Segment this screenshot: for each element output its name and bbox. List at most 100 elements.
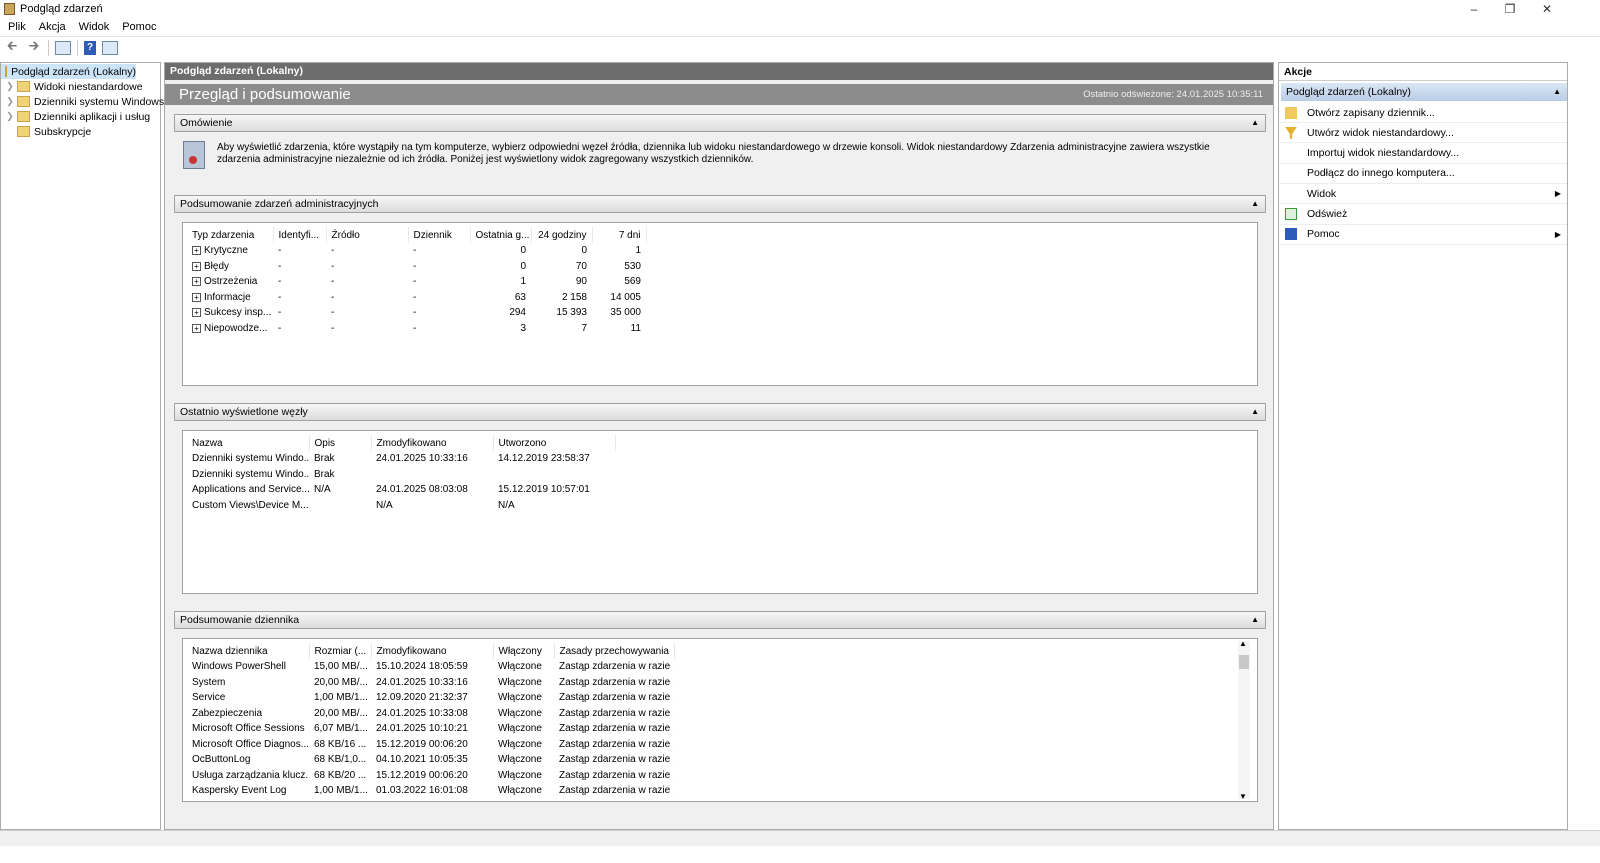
action-item[interactable]: Podłącz do innego komputera... [1279, 164, 1567, 184]
collapse-icon[interactable]: ▲ [1251, 196, 1259, 212]
chevron-right-icon[interactable]: ❯ [5, 96, 15, 107]
close-button[interactable]: ✕ [1529, 0, 1565, 18]
column-header[interactable]: Nazwa [187, 435, 310, 451]
column-header[interactable]: Nazwa dziennika [187, 643, 310, 659]
column-header[interactable]: Rozmiar (... [309, 643, 372, 659]
scroll-thumb[interactable] [1239, 655, 1249, 669]
table-row[interactable]: + Niepowodze... - - -3 7 11 [187, 321, 646, 337]
restore-button[interactable]: ❐ [1492, 0, 1528, 18]
column-header[interactable]: Utworzono [493, 435, 616, 451]
section-admin-summary-header[interactable]: Podsumowanie zdarzeń administracyjnych ▲ [174, 195, 1266, 213]
menu-pomoc[interactable]: Pomoc [122, 21, 156, 33]
column-header[interactable]: Zmodyfikowano [371, 643, 494, 659]
table-row[interactable]: + Krytyczne - - -0 0 1 [187, 243, 646, 259]
forward-icon[interactable]: 🡲 [26, 38, 42, 56]
column-header[interactable]: Identyfi... [273, 227, 327, 243]
table-row[interactable]: Dzienniki systemu Windo... Brak [187, 467, 615, 483]
action-item[interactable]: Utwórz widok niestandardowy... [1279, 123, 1567, 144]
collapse-icon[interactable]: ▲ [1251, 115, 1259, 131]
column-header[interactable]: 7 dni [592, 227, 647, 243]
table-cell: 24.01.2025 08:03:08 [376, 484, 468, 496]
action-item[interactable]: Widok ▶ [1279, 184, 1567, 205]
table-row[interactable]: Service 1,00 MB/1... 12.09.2020 21:32:37 Wł… [187, 690, 674, 706]
expand-icon[interactable]: + [192, 261, 201, 271]
section-recent-nodes-header[interactable]: Ostatnio wyświetlone węzły ▲ [174, 403, 1266, 421]
column-header[interactable]: Źródło [326, 227, 409, 243]
help-icon[interactable]: ? [84, 41, 96, 55]
table-row[interactable]: Windows PowerShell 15,00 MB/... 15.10.2024… [187, 659, 674, 675]
collapse-icon[interactable]: ▲ [1251, 404, 1259, 420]
action-item[interactable]: Pomoc ▶ [1279, 225, 1567, 245]
collapse-icon[interactable]: ▲ [1553, 83, 1561, 101]
table-row[interactable]: Zabezpieczenia 20,00 MB/... 24.01.2025 10:… [187, 706, 674, 722]
refresh-icon [1285, 208, 1297, 220]
expand-icon[interactable]: + [192, 246, 201, 256]
scroll-up-icon[interactable]: ▲ [1239, 639, 1247, 648]
section-overview-header[interactable]: Omówienie ▲ [174, 114, 1266, 132]
chevron-right-icon[interactable]: ❯ [5, 81, 15, 92]
section-title: Podsumowanie zdarzeń administracyjnych [180, 198, 379, 210]
scrollbar[interactable]: ▲ ▼ [1238, 639, 1250, 801]
show-hide-tree-icon[interactable] [55, 41, 71, 55]
menu-akcja[interactable]: Akcja [39, 21, 66, 33]
column-header[interactable]: Zmodyfikowano [371, 435, 494, 451]
log-summary-table: Nazwa dziennika Rozmiar (... Zmodyfikowano… [187, 643, 675, 799]
table-row[interactable]: + Informacje - - -63 2 158 14 005 [187, 290, 646, 306]
table-row[interactable]: Applications and Service... N/A 24.01.2025… [187, 482, 615, 498]
action-item[interactable]: Importuj widok niestandardowy... [1279, 144, 1567, 164]
table-cell: - [331, 322, 335, 334]
column-header[interactable]: Typ zdarzenia [187, 227, 274, 243]
back-icon[interactable]: 🡰 [4, 38, 20, 56]
collapse-icon[interactable]: ▲ [1251, 612, 1259, 628]
column-header[interactable]: Zasady przechowywania [554, 643, 675, 659]
table-row[interactable]: Microsoft Office Sessions 6,07 MB/1... 24.… [187, 721, 674, 737]
tree-item-windows-logs[interactable]: ❯ Dzienniki systemu Windows [1, 94, 164, 109]
table-cell: - [413, 322, 417, 334]
table-row[interactable]: Usługa zarządzania klucz... 68 KB/20 ... 1… [187, 768, 674, 784]
expand-icon[interactable]: + [192, 308, 201, 318]
actions-section-title: Podgląd zdarzeń (Lokalny) [1286, 86, 1411, 98]
column-header[interactable]: Opis [309, 435, 372, 451]
overview-log-icon [183, 141, 205, 169]
actions-section-header[interactable]: Podgląd zdarzeń (Lokalny) ▲ [1281, 83, 1567, 101]
table-row[interactable]: System 20,00 MB/... 24.01.2025 10:33:16 Włą… [187, 675, 674, 691]
chevron-right-icon[interactable]: ❯ [5, 111, 15, 122]
submenu-arrow-icon: ▶ [1554, 189, 1561, 199]
table-row[interactable]: Microsoft Office Diagnos... 68 KB/16 ... 1… [187, 737, 674, 753]
table-cell: 70 [575, 260, 587, 272]
expand-icon[interactable]: + [192, 292, 201, 302]
column-header[interactable]: Ostatnia g... [470, 227, 532, 243]
column-header[interactable]: Włączony [493, 643, 555, 659]
show-hide-actions-icon[interactable] [102, 41, 118, 55]
table-cell: Custom Views\Device M... [192, 499, 309, 511]
table-row[interactable]: + Sukcesy insp... - - -294 15 393 35 000 [187, 305, 646, 321]
tree-item-subscriptions[interactable]: Subskrypcje [1, 124, 91, 139]
tree-item-root[interactable]: Podgląd zdarzeń (Lokalny) [1, 64, 136, 79]
event-viewer-icon [5, 66, 8, 77]
action-item[interactable]: Odśwież [1279, 205, 1567, 225]
table-row[interactable]: Custom Views\Device M... N/A N/A [187, 498, 615, 514]
tree-item-app-logs[interactable]: ❯ Dzienniki aplikacji i usług [1, 109, 150, 124]
table-cell: N/A [314, 484, 331, 496]
column-header[interactable]: Dziennik [408, 227, 471, 243]
blank-icon [1285, 147, 1297, 159]
section-log-summary-header[interactable]: Podsumowanie dziennika ▲ [174, 611, 1266, 629]
menu-plik[interactable]: Plik [8, 21, 26, 33]
table-row[interactable]: Dzienniki systemu Windo... Brak 24.01.2025… [187, 451, 615, 467]
table-cell: - [413, 307, 417, 319]
table-row[interactable]: + Ostrzeżenia - - -1 90 569 [187, 274, 646, 290]
tree-item-custom-views[interactable]: ❯ Widoki niestandardowe [1, 79, 142, 94]
table-cell: 24.01.2025 10:10:21 [376, 723, 468, 735]
table-row[interactable]: OcButtonLog 68 KB/1,0... 04.10.2021 10:05:… [187, 752, 674, 768]
table-cell: Applications and Service... [192, 484, 309, 496]
table-row[interactable]: Kaspersky Event Log 1,00 MB/1... 01.03.202… [187, 783, 674, 799]
table-row[interactable]: + Błędy - - -0 70 530 [187, 259, 646, 275]
column-header[interactable]: 24 godziny [531, 227, 593, 243]
menu-widok[interactable]: Widok [79, 21, 110, 33]
expand-icon[interactable]: + [192, 277, 201, 287]
table-cell: 20,00 MB/... [314, 707, 368, 719]
minimize-button[interactable]: – [1456, 0, 1492, 18]
expand-icon[interactable]: + [192, 323, 201, 333]
action-item[interactable]: Otwórz zapisany dziennik... [1279, 103, 1567, 123]
scroll-down-icon[interactable]: ▼ [1239, 792, 1247, 801]
